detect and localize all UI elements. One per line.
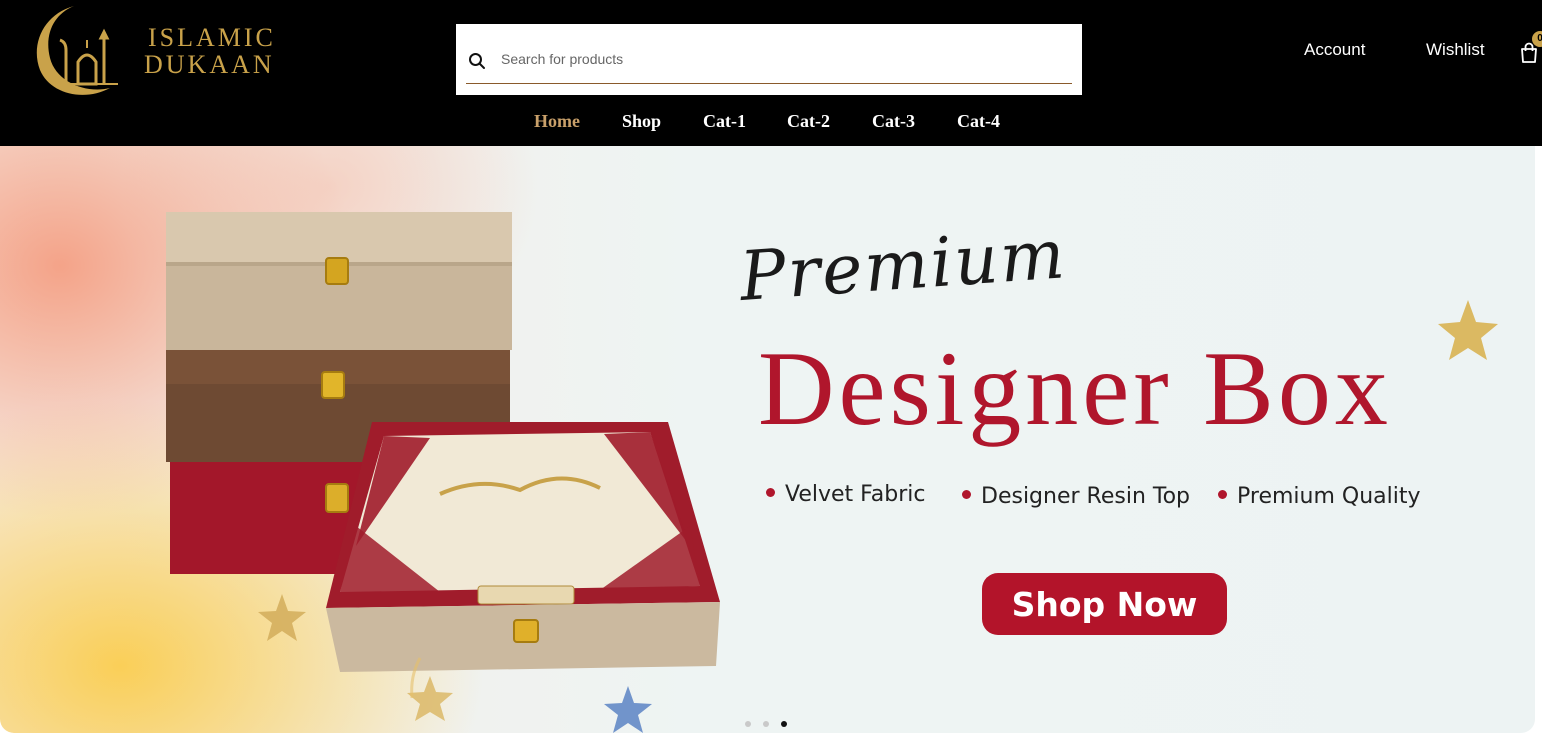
cart-button[interactable]: 0 xyxy=(1519,31,1542,64)
brand-name-line2: DUKAAN xyxy=(144,50,275,79)
nav-item-cat-2[interactable]: Cat-2 xyxy=(787,111,830,132)
account-link[interactable]: Account xyxy=(1304,40,1365,60)
shop-now-button[interactable]: Shop Now xyxy=(982,573,1227,635)
bullet-icon xyxy=(766,487,775,497)
site-header: ISLAMIC DUKAAN Account Wishlist 0 Home S… xyxy=(0,0,1542,146)
feature-item: Designer Resin Top xyxy=(962,484,1190,509)
brand-name-line1: ISLAMIC xyxy=(148,23,276,52)
feature-label: Designer Resin Top xyxy=(981,484,1190,509)
search-input[interactable] xyxy=(499,46,1063,72)
slider-dot[interactable] xyxy=(745,721,751,727)
brand-name: ISLAMIC DUKAAN xyxy=(144,24,276,78)
hero-features: Velvet Fabric Designer Resin Top Premium… xyxy=(766,482,1466,514)
gold-star-icon xyxy=(407,676,453,721)
main-nav: Home Shop Cat-1 Cat-2 Cat-3 Cat-4 xyxy=(0,111,1542,135)
nav-item-cat-4[interactable]: Cat-4 xyxy=(957,111,1000,132)
wishlist-link[interactable]: Wishlist xyxy=(1426,40,1485,60)
blue-star-icon xyxy=(604,686,652,733)
bullet-icon xyxy=(1218,489,1227,499)
hero-banner[interactable]: Premium Designer Box Velvet Fabric Desig… xyxy=(0,146,1535,733)
search-underline xyxy=(466,83,1072,84)
brand-logo[interactable]: ISLAMIC DUKAAN xyxy=(26,2,286,100)
crescent-mosque-logo-icon xyxy=(36,6,118,95)
nav-item-cat-3[interactable]: Cat-3 xyxy=(872,111,915,132)
nav-item-cat-1[interactable]: Cat-1 xyxy=(703,111,746,132)
search-icon[interactable] xyxy=(468,52,486,70)
cart-count-badge: 0 xyxy=(1532,31,1542,47)
feature-item: Velvet Fabric xyxy=(766,482,926,507)
slider-dot[interactable] xyxy=(763,721,769,727)
hero-title: Designer Box xyxy=(758,330,1392,447)
feature-item: Premium Quality xyxy=(1218,484,1421,509)
feature-label: Premium Quality xyxy=(1237,484,1421,509)
slider-dot-active[interactable] xyxy=(781,721,787,727)
nav-item-shop[interactable]: Shop xyxy=(622,111,661,132)
gold-star-icon xyxy=(258,594,306,641)
nav-item-home[interactable]: Home xyxy=(534,111,580,132)
gold-star-icon xyxy=(1438,300,1498,360)
feature-label: Velvet Fabric xyxy=(785,482,926,507)
search-bar xyxy=(456,24,1082,95)
bullet-icon xyxy=(962,489,971,499)
